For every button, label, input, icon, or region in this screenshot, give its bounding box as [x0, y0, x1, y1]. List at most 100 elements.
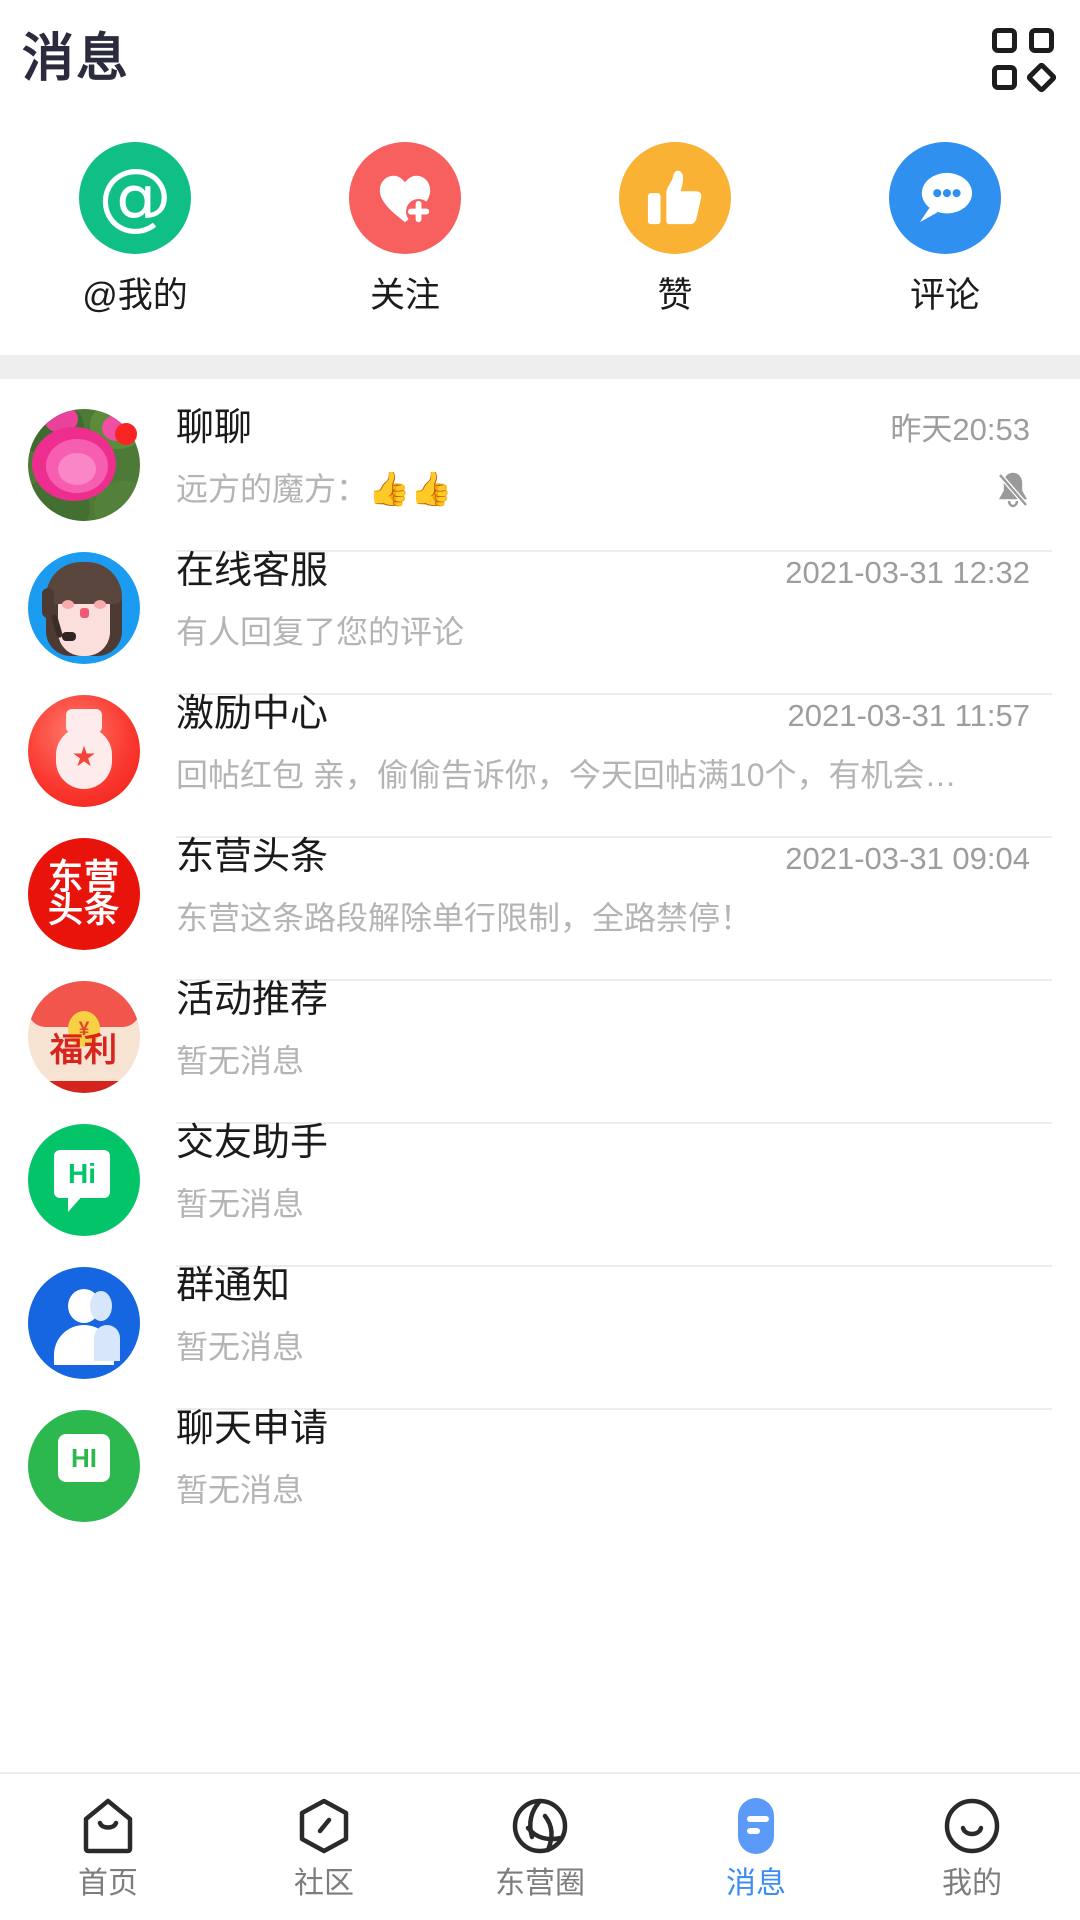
customer-service-avatar — [28, 552, 140, 664]
group-notice-avatar — [28, 1267, 140, 1379]
app-header: 消息 — [0, 0, 1080, 118]
tab-messages[interactable]: 消息 — [648, 1795, 864, 1899]
message-preview-wrap: 远方的魔方： 👍👍 — [176, 472, 1052, 507]
tab-label: 社区 — [294, 1867, 354, 1900]
home-icon — [80, 1795, 136, 1857]
section-divider — [0, 355, 1080, 379]
aperture-icon — [511, 1795, 569, 1857]
quick-action-follow[interactable]: 关注 — [270, 142, 540, 313]
unread-badge-dot — [115, 423, 137, 445]
avatar[interactable] — [28, 1267, 140, 1379]
list-item[interactable]: Hi 交友助手 暂无消息 — [0, 1094, 1080, 1267]
tab-label: 东营圈 — [495, 1867, 585, 1900]
message-title: 聊天申请 — [176, 1408, 329, 1450]
heart-plus-icon — [349, 142, 461, 254]
tab-label: 首页 — [78, 1867, 138, 1900]
heart-plus-glyph — [379, 175, 432, 225]
message-time: 昨天20:53 — [890, 412, 1030, 447]
message-preview-wrap: 有人回复了您的评论 — [176, 615, 1052, 650]
message-preview: 回帖红包 亲，偷偷告诉你，今天回帖满10个，有机会… — [176, 757, 957, 793]
list-item[interactable]: 群通知 暂无消息 — [0, 1237, 1080, 1410]
list-item[interactable]: HI 聊天申请 暂无消息 — [0, 1380, 1080, 1523]
tab-home[interactable]: 首页 — [0, 1795, 216, 1899]
tab-label: 消息 — [726, 1867, 786, 1900]
avatar[interactable] — [28, 409, 140, 521]
avatar[interactable]: Hi — [28, 1124, 140, 1236]
grid-square-top-right — [1029, 28, 1054, 53]
quick-actions-bar: @ @我的 关注 赞 评论 — [0, 118, 1080, 355]
tab-dongying-circle[interactable]: 东营圈 — [432, 1795, 648, 1899]
message-icon — [730, 1795, 782, 1857]
message-preview: 东营这条路段解除单行限制，全路禁停！ — [176, 900, 753, 936]
comment-bubble-glyph — [919, 172, 973, 223]
message-preview-wrap: 暂无消息 — [176, 1330, 1052, 1365]
bottom-tab-bar: 首页 社区 东营圈 消息 我的 — [0, 1772, 1080, 1920]
message-preview-wrap: 暂无消息 — [176, 1044, 1052, 1079]
message-time: 2021-03-31 11:57 — [787, 698, 1030, 733]
message-preview: 暂无消息 — [176, 1329, 305, 1365]
avatar[interactable]: 东营 头条 — [28, 838, 140, 950]
thumbs-up-emoji: 👍👍 — [368, 471, 453, 508]
list-item[interactable]: 东营 头条 东营头条 2021-03-31 09:04 东营这条路段解除单行限制… — [0, 808, 1080, 981]
message-title: 聊聊 — [176, 407, 253, 449]
dongying-news-avatar: 东营 头条 — [28, 838, 140, 950]
grid-diamond-bottom-right — [1025, 61, 1058, 94]
message-title: 群通知 — [176, 1265, 291, 1307]
quick-action-label: 评论 — [909, 276, 980, 315]
message-time: 2021-03-31 09:04 — [785, 841, 1030, 876]
quick-action-label: @我的 — [82, 276, 188, 315]
tab-profile[interactable]: 我的 — [864, 1795, 1080, 1899]
message-title: 激励中心 — [176, 693, 329, 735]
list-item[interactable]: 在线客服 2021-03-31 12:32 有人回复了您的评论 — [0, 522, 1080, 695]
community-icon — [296, 1795, 352, 1857]
message-title: 东营头条 — [176, 836, 329, 878]
welfare-label: 福利 — [50, 1031, 118, 1068]
friend-helper-avatar: Hi — [28, 1124, 140, 1236]
avatar[interactable] — [28, 552, 140, 664]
grid-square-bottom-left — [992, 65, 1017, 90]
message-preview: 有人回复了您的评论 — [176, 614, 465, 650]
comment-bubble-icon — [889, 142, 1001, 254]
profile-icon — [944, 1795, 1000, 1857]
tab-label: 我的 — [942, 1867, 1002, 1900]
grid-square-top-left — [992, 28, 1017, 53]
message-time: 2021-03-31 12:32 — [785, 555, 1030, 590]
message-preview-wrap: 暂无消息 — [176, 1473, 1052, 1508]
avatar[interactable]: HI — [28, 1410, 140, 1522]
message-preview: 暂无消息 — [176, 1043, 305, 1079]
at-glyph: @ — [98, 153, 172, 239]
message-preview: 暂无消息 — [176, 1186, 305, 1222]
thumbs-up-icon — [619, 142, 731, 254]
reward-medal-avatar: ★ — [28, 695, 140, 807]
chat-request-avatar: HI — [28, 1410, 140, 1522]
quick-action-label: 赞 — [657, 276, 693, 315]
message-preview: 远方的魔方： — [176, 471, 369, 507]
message-preview-wrap: 回帖红包 亲，偷偷告诉你，今天回帖满10个，有机会… — [176, 758, 1052, 793]
message-title: 活动推荐 — [176, 979, 329, 1021]
welfare-redpacket-avatar: ¥ 福利 — [28, 981, 140, 1093]
avatar[interactable]: ¥ 福利 — [28, 981, 140, 1093]
mute-bell-icon[interactable] — [996, 471, 1030, 509]
message-list: 聊聊 昨天20:53 远方的魔方： 👍👍 在线客服 2021-03-31 12:… — [0, 379, 1080, 1523]
message-title: 交友助手 — [176, 1122, 329, 1164]
list-item[interactable]: ★ 激励中心 2021-03-31 11:57 回帖红包 亲，偷偷告诉你，今天回… — [0, 665, 1080, 838]
news-logo-line2: 头条 — [47, 891, 120, 930]
quick-action-label: 关注 — [369, 276, 440, 315]
grid-apps-icon[interactable] — [992, 28, 1058, 94]
quick-action-likes[interactable]: 赞 — [540, 142, 810, 313]
message-title: 在线客服 — [176, 550, 329, 592]
quick-action-comments[interactable]: 评论 — [810, 142, 1080, 313]
news-logo-line1: 东营 — [47, 857, 120, 897]
quick-action-at-me[interactable]: @ @我的 — [0, 142, 270, 313]
page-title: 消息 — [22, 30, 131, 88]
avatar[interactable]: ★ — [28, 695, 140, 807]
message-preview-wrap: 东营这条路段解除单行限制，全路禁停！ — [176, 901, 1052, 936]
at-icon: @ — [79, 142, 191, 254]
message-preview: 暂无消息 — [176, 1472, 305, 1508]
thumbs-up-glyph — [647, 170, 702, 225]
list-item[interactable]: ¥ 福利 活动推荐 暂无消息 — [0, 951, 1080, 1124]
tab-community[interactable]: 社区 — [216, 1795, 432, 1899]
chat-request-label: HI — [71, 1443, 97, 1473]
friend-helper-label: Hi — [68, 1158, 96, 1189]
list-item[interactable]: 聊聊 昨天20:53 远方的魔方： 👍👍 — [0, 379, 1080, 552]
